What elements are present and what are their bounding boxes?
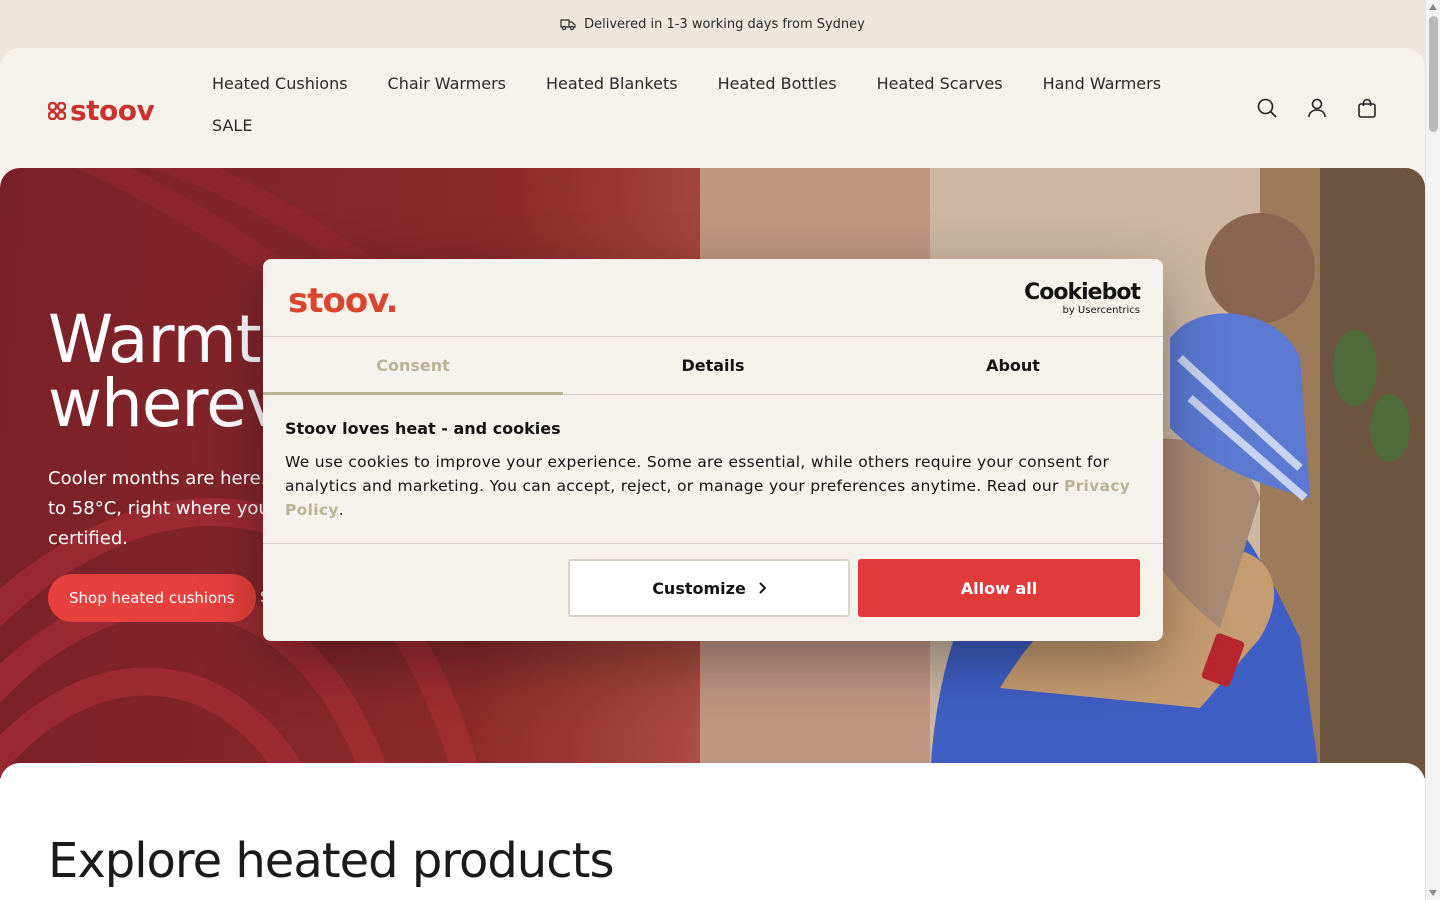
scroll-down-icon[interactable] <box>1429 890 1437 896</box>
allow-all-button[interactable]: Allow all <box>858 559 1140 617</box>
tab-consent[interactable]: Consent <box>263 337 563 395</box>
dialog-tabs: Consent Details About <box>263 337 1163 395</box>
tab-details[interactable]: Details <box>563 337 863 394</box>
dialog-footer: Customize Allow all <box>263 544 1163 641</box>
dialog-text: We use cookies to improve your experienc… <box>285 450 1141 522</box>
dialog-header: stoov. Cookiebot by Usercentrics <box>263 259 1163 337</box>
dialog-heading: Stoov loves heat - and cookies <box>285 419 561 438</box>
cookiebot-by: by Usercentrics <box>1062 305 1140 316</box>
cookiebot-name: Cookiebot <box>1024 280 1141 305</box>
dialog-logo: stoov. <box>288 281 399 321</box>
dialog-body-end: . <box>338 501 344 519</box>
scroll-up-icon[interactable] <box>1429 4 1437 10</box>
tab-about[interactable]: About <box>863 337 1163 394</box>
scrollbar-thumb[interactable] <box>1429 16 1438 132</box>
page-scrollbar[interactable] <box>1425 0 1440 900</box>
customize-button[interactable]: Customize <box>568 559 850 617</box>
chevron-right-icon <box>759 582 766 594</box>
customize-label: Customize <box>652 578 746 598</box>
dialog-body: Stoov loves heat - and cookies We use co… <box>263 395 1163 544</box>
dialog-body-text: We use cookies to improve your experienc… <box>285 453 1110 495</box>
cookie-consent-dialog: stoov. Cookiebot by Usercentrics Consent… <box>263 259 1163 641</box>
cookiebot-logo[interactable]: Cookiebot by Usercentrics <box>1024 280 1141 317</box>
